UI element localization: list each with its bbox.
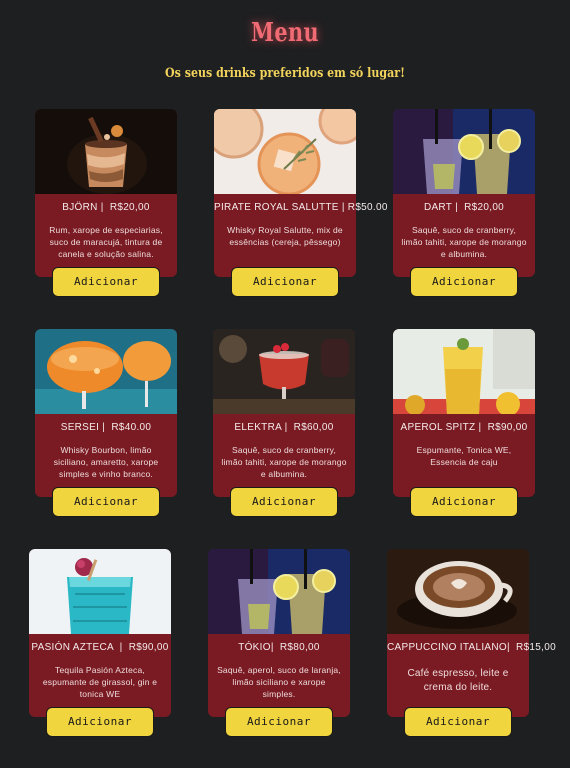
drink-description: Café espresso, leite e crema do leite. [407,668,509,693]
add-button-dart[interactable]: Adicionar [410,267,518,297]
add-button-cappuccino-italiano[interactable]: Adicionar [404,707,512,737]
page-subtitle: Os seus drinks preferidos em só lugar! [165,66,405,81]
drink-image-cappuccino-italiano [387,549,529,634]
drink-title: SERSEI | R$40.00 [60,422,152,433]
drink-image-aperol-spitz [393,329,535,414]
drink-title: PIRATE ROYAL SALUTTE | R$50.00 [214,202,388,213]
drink-description: Saquê, suco de cranberry, limão tahiti, … [221,445,347,479]
drink-title: PASIÓN AZTECA | R$90,00 [31,642,169,653]
menu-card-dart: DART | R$20,00 Saquê, suco de cranberry,… [393,109,535,297]
page-title: Menu [250,18,320,48]
drink-image-pirate-royal-salutte [214,109,356,194]
drink-title: BJÖRN | R$20,00 [62,202,150,213]
drink-title: APEROL SPITZ | R$90,00 [400,422,528,433]
menu-card-bjorn: BJÖRN | R$20,00 Rum, xarope de especiari… [35,109,177,297]
drink-description: Whisky Royal Salutte, mix de essências (… [227,225,343,247]
menu-card-elektra: ELEKTRA | R$60,00 Saquê, suco de cranber… [213,329,355,517]
drink-description: Espumante, Tonica WE, Essencia de caju [416,445,512,467]
drink-description: Saquê, suco de cranberry, limão tahiti, … [401,225,527,259]
drink-image-bjorn [35,109,177,194]
menu-card-sersei: SERSEI | R$40.00 Whisky Bourbon, limão s… [35,329,177,517]
drink-image-elektra [213,329,355,414]
drink-title: TÓKIO| R$80,00 [238,642,320,653]
drink-image-pasion-azteca [29,549,171,634]
menu-card-aperol-spitz: APEROL SPITZ | R$90,00 Espumante, Tonica… [393,329,535,517]
drink-image-tokio [208,549,350,634]
menu-card-pirate-royal-salutte: PIRATE ROYAL SALUTTE | R$50.00 Whisky Ro… [214,109,388,297]
menu-card-cappuccino-italiano: CAPPUCCINO ITALIANO| R$15,00 Café espres… [387,549,556,737]
menu-card-tokio: TÓKIO| R$80,00 Saquê, aperol, suco de la… [208,549,350,737]
add-button-pirate-royal-salutte[interactable]: Adicionar [231,267,339,297]
drink-description: Tequila Pasión Azteca, espumante de gira… [42,665,158,699]
drink-description: Rum, xarope de especiarias, suco de mara… [49,225,163,259]
drink-image-sersei [35,329,177,414]
add-button-sersei[interactable]: Adicionar [52,487,160,517]
drink-image-dart [393,109,535,194]
drink-title: ELEKTRA | R$60,00 [234,422,334,433]
add-button-tokio[interactable]: Adicionar [225,707,333,737]
drink-description: Whisky Bourbon, limão siciliano, amarett… [53,445,159,479]
add-button-pasion-azteca[interactable]: Adicionar [46,707,154,737]
drink-description: Saquê, aperol, suco de laranja, limão si… [217,665,341,699]
add-button-bjorn[interactable]: Adicionar [52,267,160,297]
add-button-elektra[interactable]: Adicionar [230,487,338,517]
menu-card-pasion-azteca: PASIÓN AZTECA | R$90,00 Tequila Pasión A… [29,549,171,737]
drink-title: DART | R$20,00 [423,202,505,213]
add-button-aperol-spitz[interactable]: Adicionar [410,487,518,517]
drink-title: CAPPUCCINO ITALIANO| R$15,00 [387,642,556,653]
